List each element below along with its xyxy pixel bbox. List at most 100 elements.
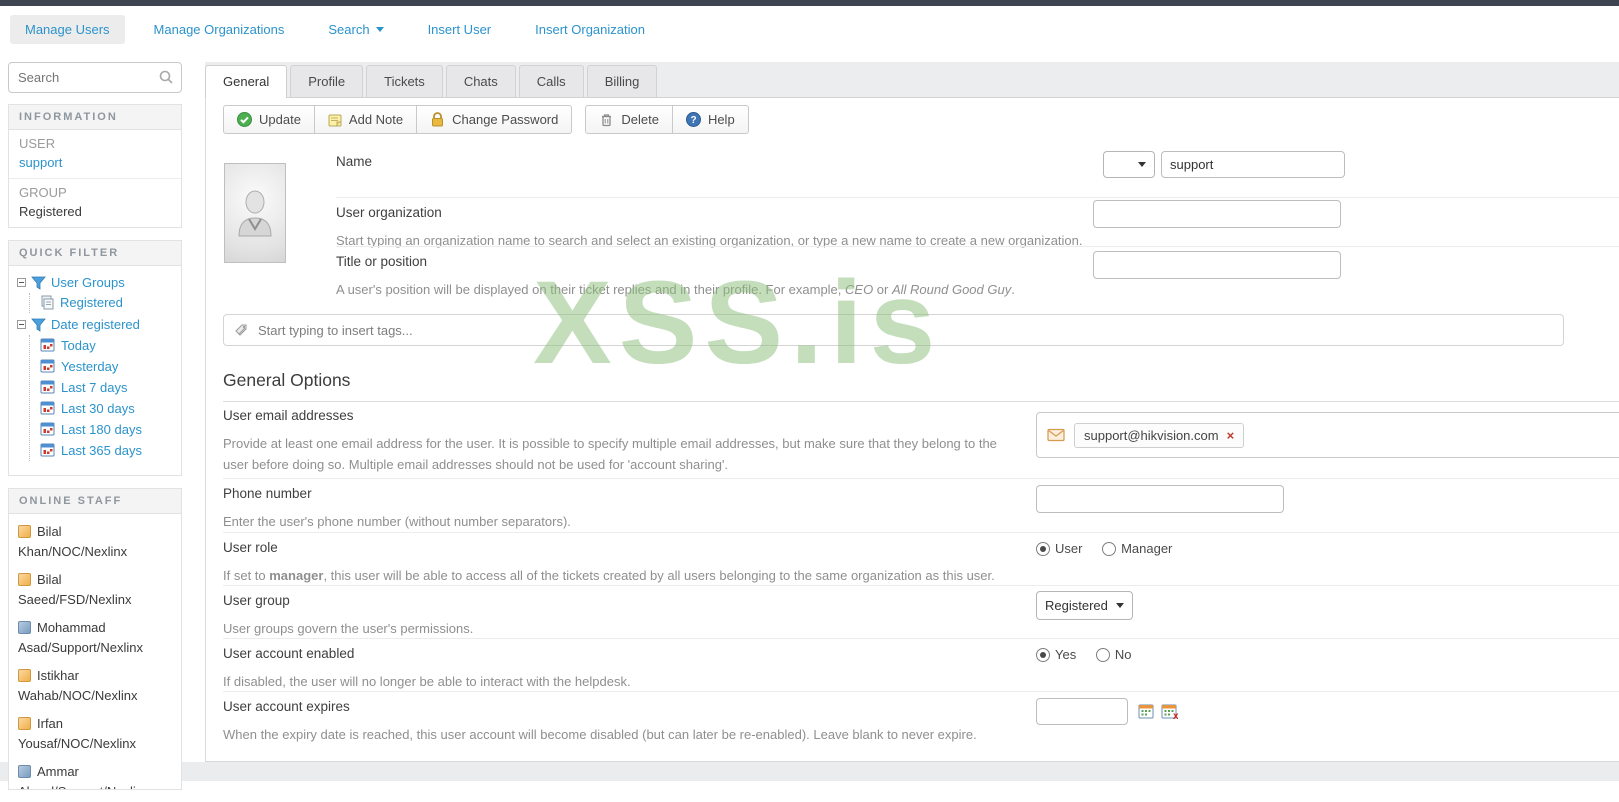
update-button[interactable]: Update <box>223 105 315 134</box>
group-label: GROUP <box>19 185 67 200</box>
email-chip-value: support@hikvision.com <box>1084 427 1219 443</box>
tree-label: Today <box>61 337 96 353</box>
nav-insert-user[interactable]: Insert User <box>413 15 507 44</box>
title-position-label: Title or position <box>336 254 428 269</box>
information-panel: INFORMATION USER support GROUP Registere… <box>8 104 182 228</box>
tree-label: Last 30 days <box>61 400 135 416</box>
calendar-icon <box>40 422 55 436</box>
staff-item[interactable]: Mohammad Asad/Support/Nexlinx <box>18 618 170 658</box>
tree-node-last-180-days[interactable]: Last 180 days <box>40 419 175 440</box>
tab-calls[interactable]: Calls <box>518 65 584 97</box>
note-icon <box>328 114 342 126</box>
tag-icon <box>235 324 247 336</box>
tree-node-user-groups[interactable]: User Groups <box>17 275 175 290</box>
nav-search-menu[interactable]: Search <box>313 15 398 44</box>
account-expires-description: When the expiry date is reached, this us… <box>223 727 977 742</box>
svg-text:x: x <box>1173 711 1178 720</box>
add-note-button-label: Add Note <box>348 112 404 127</box>
staff-name: Istikhar Wahab/NOC/Nexlinx <box>18 668 138 703</box>
user-label: USER <box>19 136 56 151</box>
collapse-toggle-icon[interactable] <box>17 278 26 287</box>
help-button-label: Help <box>707 112 735 127</box>
search-input[interactable] <box>8 62 182 93</box>
update-button-label: Update <box>259 112 301 127</box>
staff-item[interactable]: Bilal Saeed/FSD/Nexlinx <box>18 570 170 610</box>
radio-yes[interactable] <box>1036 648 1050 662</box>
email-addresses-input[interactable]: support@hikvision.com × <box>1036 412 1619 458</box>
tree-node-date-registered[interactable]: Date registered <box>17 317 175 332</box>
main-content: General Profile Tickets Chats Calls Bill… <box>205 62 1619 762</box>
tags-input[interactable]: Start typing to insert tags... <box>223 314 1564 346</box>
nav-manage-organizations[interactable]: Manage Organizations <box>139 15 300 44</box>
help-button[interactable]: Help <box>671 105 749 134</box>
title-position-description: A user's position will be displayed on t… <box>336 282 1015 297</box>
radio-no[interactable] <box>1095 648 1110 662</box>
staff-status-icon <box>18 621 31 634</box>
tab-profile[interactable]: Profile <box>290 65 364 97</box>
search-icon <box>159 70 173 84</box>
delete-button[interactable]: Delete <box>585 105 673 134</box>
staff-item[interactable]: Bilal Khan/NOC/Nexlinx <box>18 522 170 562</box>
nav-manage-organizations-label: Manage Organizations <box>153 21 285 37</box>
nav-insert-organization-label: Insert Organization <box>535 21 645 37</box>
tab-tickets[interactable]: Tickets <box>366 65 443 97</box>
calendar-icon <box>40 401 55 415</box>
change-password-button[interactable]: Change Password <box>416 105 573 134</box>
name-label: Name <box>336 154 373 169</box>
quick-filter-header: QUICK FILTER <box>9 241 181 266</box>
phone-number-label: Phone number <box>223 486 312 501</box>
online-staff-panel: ONLINE STAFF Bilal Khan/NOC/Nexlinx Bila… <box>8 488 182 790</box>
staff-name: Bilal Saeed/FSD/Nexlinx <box>18 572 132 607</box>
caret-down-icon <box>375 26 384 32</box>
calendar-picker-icon[interactable] <box>1138 703 1155 720</box>
calendar-icon <box>40 359 55 373</box>
name-prefix-select[interactable] <box>1103 151 1155 178</box>
tree-label: Yesterday <box>61 358 119 374</box>
staff-item[interactable]: Ammar Akmal/Support/Nexlinx <box>18 762 170 789</box>
tab-billing[interactable]: Billing <box>586 65 658 97</box>
radio-user[interactable] <box>1036 542 1050 556</box>
general-options-heading: General Options <box>223 370 351 390</box>
user-organization-input[interactable] <box>1093 200 1341 228</box>
email-addresses-description: Provide at least one email address for t… <box>223 436 997 472</box>
user-role-description: If set to manager, this user will be abl… <box>223 568 995 583</box>
account-expires-input[interactable] <box>1036 698 1128 725</box>
name-input[interactable] <box>1161 151 1345 178</box>
chevron-down-icon <box>1116 603 1124 608</box>
remove-email-icon[interactable]: × <box>1227 429 1235 442</box>
tree-node-last-30-days[interactable]: Last 30 days <box>40 398 175 419</box>
email-chip: support@hikvision.com × <box>1074 422 1245 448</box>
calendar-clear-icon[interactable]: x <box>1161 703 1178 720</box>
user-value-link[interactable]: support <box>19 155 62 170</box>
tree-node-yesterday[interactable]: Yesterday <box>40 356 175 377</box>
tree-label: Registered <box>60 295 123 310</box>
tags-placeholder: Start typing to insert tags... <box>258 322 413 338</box>
lock-icon <box>431 112 444 127</box>
tab-chats[interactable]: Chats <box>445 65 516 97</box>
staff-item[interactable]: Irfan Yousaf/NOC/Nexlinx <box>18 714 170 754</box>
nav-manage-users[interactable]: Manage Users <box>10 14 125 44</box>
page-footer-strip <box>0 762 1619 781</box>
account-enabled-options: Yes No <box>1036 647 1147 662</box>
radio-manager[interactable] <box>1102 542 1117 556</box>
radio-no-label: No <box>1114 647 1132 662</box>
staff-name: Bilal Khan/NOC/Nexlinx <box>18 524 128 559</box>
tree-node-last-365-days[interactable]: Last 365 days <box>40 440 175 461</box>
group-value: Registered <box>19 204 82 219</box>
title-position-input[interactable] <box>1093 251 1341 279</box>
tab-general[interactable]: General <box>205 65 288 98</box>
tree-node-today[interactable]: Today <box>40 335 175 356</box>
staff-item[interactable]: Istikhar Wahab/NOC/Nexlinx <box>18 666 170 706</box>
collapse-toggle-icon[interactable] <box>17 320 26 329</box>
account-expires-label: User account expires <box>223 699 350 714</box>
tree-label: Last 180 days <box>61 421 142 437</box>
add-note-button[interactable]: Add Note <box>313 105 418 134</box>
tree-label: Last 7 days <box>61 379 128 395</box>
nav-search-label: Search <box>328 21 370 37</box>
nav-insert-organization[interactable]: Insert Organization <box>520 15 660 44</box>
tree-node-registered[interactable]: Registered <box>40 293 175 313</box>
phone-number-input[interactable] <box>1036 485 1284 513</box>
staff-status-icon <box>18 573 31 586</box>
tree-node-last-7-days[interactable]: Last 7 days <box>40 377 175 398</box>
user-group-select[interactable]: Registered <box>1036 591 1133 620</box>
